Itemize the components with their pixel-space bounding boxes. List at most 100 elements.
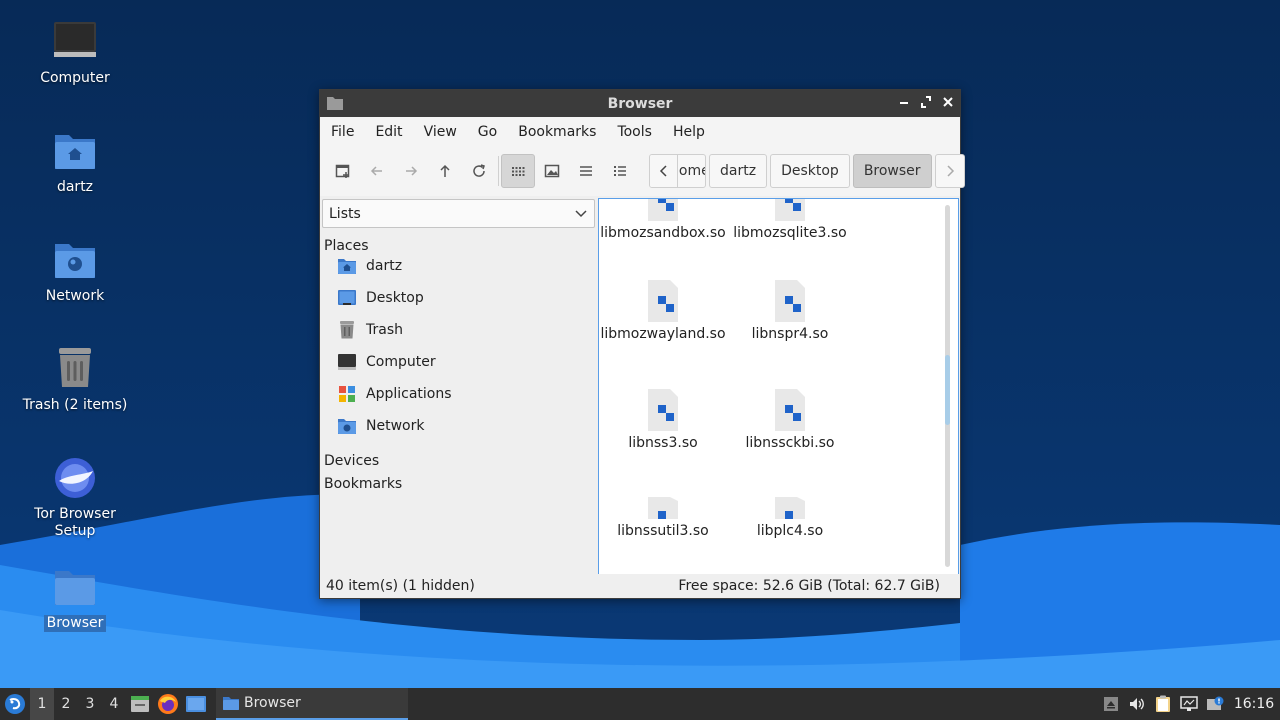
workspace-3[interactable]: 3 [78,688,102,720]
workspace-4[interactable]: 4 [102,688,126,720]
devices-heading[interactable]: Devices [324,453,379,469]
workspace-2[interactable]: 2 [54,688,78,720]
desktop-icon-tor-browser-setup[interactable]: Tor Browser Setup [15,454,135,540]
lxqt-menu-icon [5,694,25,714]
maximize-button[interactable] [918,94,934,112]
desktop-icon-network[interactable]: Network [15,236,135,305]
place-item-trash[interactable]: Trash [337,316,403,344]
thumbnail-view-button[interactable] [535,154,569,188]
network-status-button[interactable] [1176,688,1202,720]
file-view[interactable]: libmozsandbox.so libmozsqlite3.so libmoz… [598,198,959,575]
close-button[interactable] [940,94,956,112]
compact-view-button[interactable] [569,154,603,188]
launcher-show-desktop[interactable] [182,688,210,720]
file-manager-icon [131,696,149,712]
side-pane-mode-select[interactable]: Lists [322,199,595,228]
place-item-label: Applications [366,386,452,402]
shared-library-file-icon [648,497,678,519]
file-item[interactable]: libnssckbi.so [726,389,854,452]
desktop-icon-computer[interactable]: Computer [15,18,135,87]
forward-button[interactable] [394,154,428,188]
desktop-icon [338,290,356,305]
clock[interactable]: 16:16 [1228,696,1280,712]
reload-button[interactable] [462,154,496,188]
compact-list-icon [580,166,592,176]
minimize-button[interactable] [896,94,912,112]
path-crumb-dartz[interactable]: dartz [709,154,768,188]
path-crumb-label: dartz [720,163,757,179]
path-scroll-left-button[interactable] [650,155,678,187]
volume-icon [1130,698,1144,710]
notification-button[interactable] [1202,688,1228,720]
file-name: libnspr4.so [751,326,829,342]
place-item-dartz[interactable]: dartz [337,252,402,280]
network-icon [1180,696,1198,711]
shared-library-file-icon [775,199,805,221]
list-icon [614,166,626,176]
toolbar: home dartz Desktop Browser [320,146,965,196]
file-item[interactable]: libmozsandbox.so [599,199,727,242]
path-scroll-right-button[interactable] [934,154,965,188]
icon-view-button[interactable] [501,154,535,188]
path-crumb-label: Browser [863,163,921,179]
file-item[interactable]: libplc4.so [726,497,854,540]
launcher-firefox[interactable] [154,688,182,720]
path-crumb-home[interactable]: home [649,154,706,188]
file-name: libplc4.so [756,523,824,539]
menu-help[interactable]: Help [673,124,705,140]
bookmarks-heading[interactable]: Bookmarks [324,476,402,492]
workspace-1[interactable]: 1 [30,688,54,720]
menu-bookmarks[interactable]: Bookmarks [518,124,596,140]
computer-icon [338,354,356,370]
trash-icon [59,348,91,387]
desktop-icon-label: Computer [40,70,110,86]
new-tab-button[interactable] [326,154,360,188]
taskbar-task-browser[interactable]: Browser [216,688,408,720]
desktop-icon-dartz[interactable]: dartz [15,127,135,196]
clipboard-icon [1156,695,1170,712]
back-button[interactable] [360,154,394,188]
shared-library-file-icon [648,199,678,221]
application-menu-button[interactable] [0,688,30,720]
place-item-network[interactable]: Network [337,412,424,440]
file-item[interactable]: libmozwayland.so [599,280,727,343]
menu-edit[interactable]: Edit [375,124,402,140]
title-bar[interactable]: Browser [320,90,960,117]
home-folder-icon [338,259,356,274]
menu-go[interactable]: Go [478,124,497,140]
shared-library-file-icon [775,389,805,431]
path-crumb-browser[interactable]: Browser [852,154,932,188]
desktop-icon-trash[interactable]: Trash (2 items) [15,345,135,414]
scrollbar-thumb[interactable] [945,355,950,425]
file-item[interactable]: libnssutil3.so [599,497,727,540]
desktop-icon [186,696,206,712]
clipboard-button[interactable] [1150,688,1176,720]
minimize-icon [900,102,908,104]
network-folder-icon [55,244,95,278]
file-view-scrollbar[interactable] [945,205,950,567]
network-folder-icon [338,419,356,434]
launcher-file-manager[interactable] [126,688,154,720]
detailed-list-view-button[interactable] [603,154,637,188]
tray-expand-button[interactable] [1098,688,1124,720]
menu-tools[interactable]: Tools [617,124,652,140]
window-title: Browser [607,95,673,112]
computer-icon [54,22,96,57]
file-item[interactable]: libmozsqlite3.so [726,199,854,242]
place-item-computer[interactable]: Computer [337,348,436,376]
shared-library-file-icon [775,280,805,322]
applications-icon [339,386,355,402]
task-label: Browser [244,695,301,711]
menu-file[interactable]: File [331,124,354,140]
volume-button[interactable] [1124,688,1150,720]
desktop-icon-browser[interactable]: Browser [15,563,135,632]
menu-view[interactable]: View [424,124,457,140]
place-item-desktop[interactable]: Desktop [337,284,424,312]
parent-folder-button[interactable] [428,154,462,188]
file-item[interactable]: libnss3.so [599,389,727,452]
place-item-applications[interactable]: Applications [337,380,452,408]
trash-icon [340,321,354,339]
new-tab-icon [335,164,350,178]
file-item[interactable]: libnspr4.so [726,280,854,343]
path-crumb-desktop[interactable]: Desktop [770,154,850,188]
